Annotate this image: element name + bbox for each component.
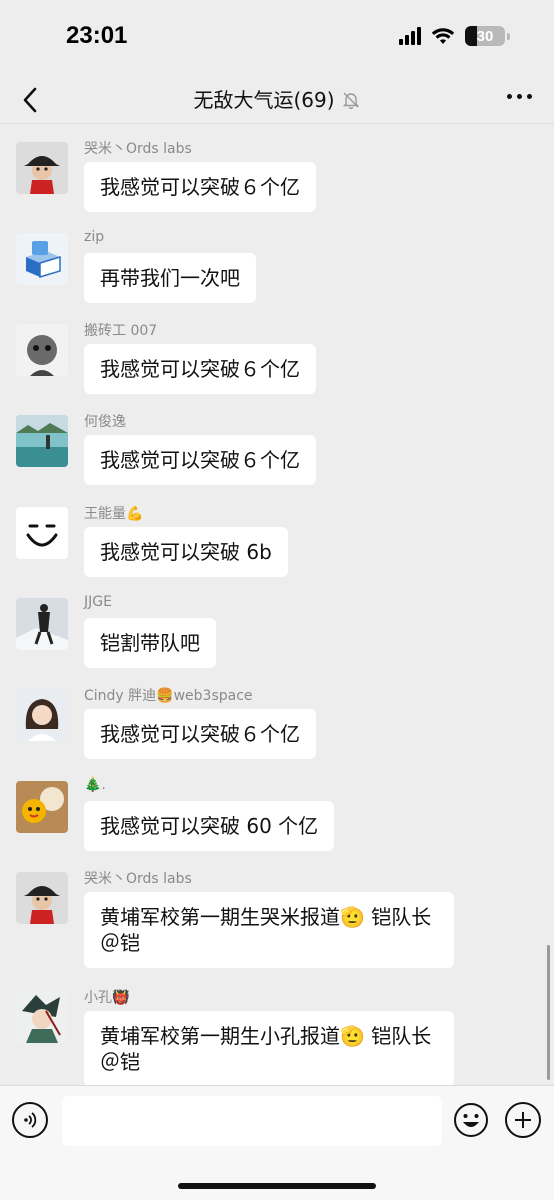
scrollbar[interactable] [547,945,550,1080]
sender-name: 🎄. [84,777,106,793]
sender-name: 哭米丶Ords labs [84,141,192,157]
message-bubble[interactable]: 黄埔军校第一期生哭米报道🫡 铠队长＠铠 [84,892,454,968]
battery-icon: 30 [465,26,505,46]
avatar[interactable] [16,991,68,1043]
message-item: zip 再带我们一次吧 [16,229,536,303]
battery-fill [465,26,477,46]
message-item: 小孔👹 黄埔军校第一期生小孔报道🫡 铠队长＠铠 [16,990,536,1085]
battery-level-text: 30 [476,27,494,45]
status-bar: 23:01 30 [0,0,554,76]
sender-name: 哭米丶Ords labs [84,871,192,887]
message-item: 何俊逸 我感觉可以突破６个亿 [16,414,536,485]
message-bubble[interactable]: 再带我们一次吧 [84,253,256,303]
sender-name: 何俊逸 [84,414,126,430]
message-item: 哭米丶Ords labs 黄埔军校第一期生哭米报道🫡 铠队长＠铠 [16,871,536,972]
battery-cap [507,32,510,40]
sender-name: 搬砖工 007 [84,323,158,339]
message-input[interactable] [62,1096,442,1146]
sender-name: JJGE [84,594,112,610]
more-horizontal-icon[interactable] [507,94,532,99]
message-item: 哭米丶Ords labs 我感觉可以突破６个亿 [16,141,536,212]
message-bubble[interactable]: 我感觉可以突破６个亿 [84,709,316,759]
chat-title: 无敌大气运(69) [193,88,335,112]
bell-off-icon [341,90,361,110]
message-item: 🎄. 我感觉可以突破 60 个亿 [16,777,536,851]
avatar[interactable] [16,324,68,376]
avatar[interactable] [16,233,68,285]
avatar[interactable] [16,142,68,194]
sender-name: Cindy 胖迪🍔web3space [84,688,253,704]
chat-header: 无敌大气运(69) [0,76,554,124]
avatar[interactable] [16,507,68,559]
message-item: Cindy 胖迪🍔web3space 我感觉可以突破６个亿 [16,688,536,759]
sender-name: 王能量💪 [84,506,144,522]
wifi-icon [431,27,455,45]
status-time: 23:01 [66,22,128,49]
plus-icon[interactable] [505,1102,541,1138]
input-bar [0,1085,554,1200]
sender-name: 小孔👹 [84,990,130,1006]
message-bubble[interactable]: 黄埔军校第一期生小孔报道🫡 铠队长＠铠 [84,1011,454,1085]
message-bubble[interactable]: 我感觉可以突破６个亿 [84,435,316,485]
chat-title-wrap[interactable]: 无敌大气运(69) [0,84,554,113]
message-bubble[interactable]: 我感觉可以突破６个亿 [84,162,316,212]
sender-name: zip [84,229,105,245]
message-item: 搬砖工 007 我感觉可以突破６个亿 [16,323,536,394]
voice-icon[interactable] [12,1102,48,1138]
signal-icon [399,27,421,45]
message-bubble[interactable]: 我感觉可以突破６个亿 [84,344,316,394]
message-bubble[interactable]: 我感觉可以突破 6b [84,527,288,577]
message-bubble[interactable]: 铠割带队吧 [84,618,216,668]
status-icons: 30 [399,26,510,46]
message-item: 王能量💪 我感觉可以突破 6b [16,506,536,577]
emoji-icon[interactable] [453,1102,489,1138]
message-item: JJGE 铠割带队吧 [16,594,536,668]
avatar[interactable] [16,598,68,650]
avatar[interactable] [16,872,68,924]
avatar[interactable] [16,689,68,741]
avatar[interactable] [16,781,68,833]
avatar[interactable] [16,415,68,467]
home-indicator [178,1183,376,1189]
message-bubble[interactable]: 我感觉可以突破 60 个亿 [84,801,335,851]
chat-message-list[interactable]: 哭米丶Ords labs 我感觉可以突破６个亿 zip 再带我们一次吧 搬砖工 … [0,125,554,1085]
